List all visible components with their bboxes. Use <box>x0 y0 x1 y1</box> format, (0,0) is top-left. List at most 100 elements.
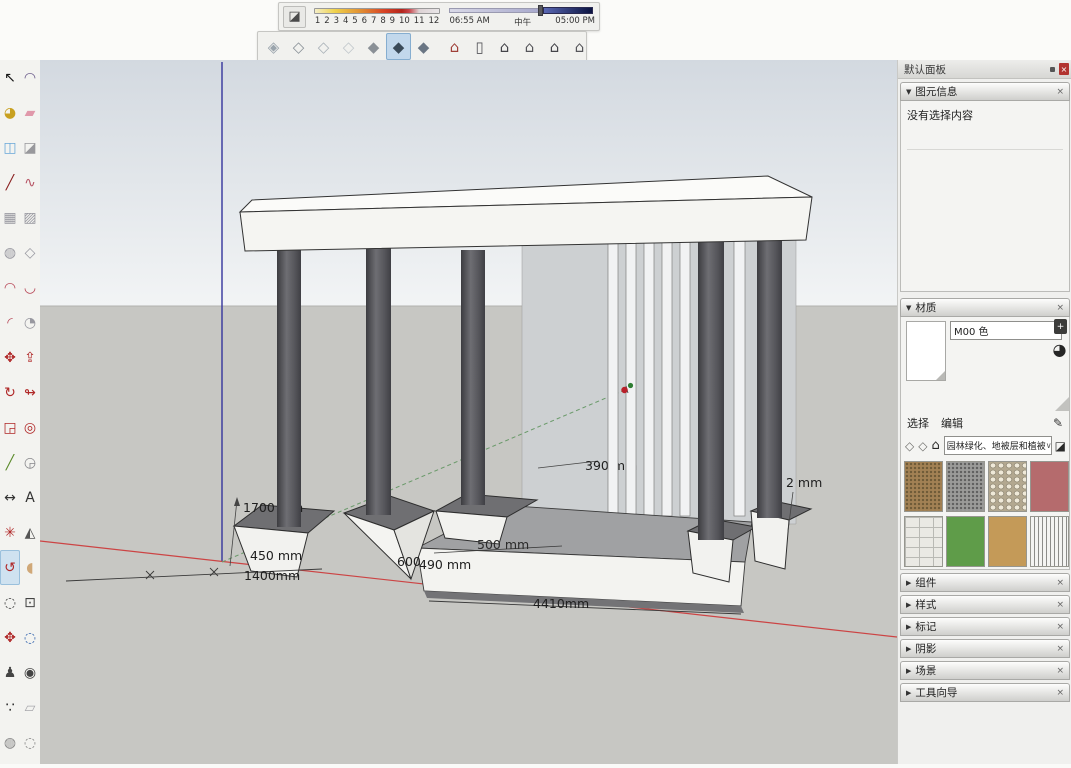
lasso-select-tool[interactable]: ◠ <box>20 60 40 95</box>
tab-select[interactable]: 选择 <box>907 415 929 431</box>
tab-edit[interactable]: 编辑 <box>941 415 963 431</box>
tool-partial-2-tool[interactable]: ◌ <box>20 725 40 760</box>
face-style-hidden-line-icon[interactable]: ◇ <box>336 33 361 60</box>
shadow-time-slider[interactable]: 06:55 AM 中午 05:00 PM <box>449 6 595 28</box>
viewport-canvas[interactable]: 390 mm 1700 mm <box>40 60 897 764</box>
section-components-close-icon[interactable]: × <box>1056 578 1064 588</box>
push-pull-tool[interactable]: ⇪ <box>20 340 40 375</box>
view-top-icon[interactable]: ▯ <box>467 33 492 60</box>
materials-header[interactable]: ▼ 材质 × <box>900 298 1070 317</box>
section-shadows-close-icon[interactable]: × <box>1056 644 1064 654</box>
tray-close-button[interactable]: × <box>1059 63 1069 75</box>
freehand-tool[interactable]: ∿ <box>20 165 40 200</box>
scale-tool[interactable]: ◲ <box>0 410 20 445</box>
create-material-icon[interactable]: + <box>1054 319 1067 334</box>
display-pane-icon[interactable]: ◕ <box>1051 341 1068 358</box>
material-swatch-ground-tan[interactable] <box>988 516 1027 567</box>
back-icon[interactable]: ◇ <box>905 439 914 453</box>
face-style-back-edges-icon[interactable]: ◇ <box>286 33 311 60</box>
three-point-arc-tool[interactable]: ◜ <box>0 305 20 340</box>
rotate-tool[interactable]: ↻ <box>0 375 20 410</box>
material-swatch-gravel-gray[interactable] <box>946 461 985 512</box>
month-label: 5 <box>352 16 357 26</box>
tray-titlebar[interactable]: 默认面板 × <box>898 60 1071 79</box>
section-scenes-close-icon[interactable]: × <box>1056 666 1064 676</box>
section-styles-header[interactable]: ▶样式× <box>900 595 1070 614</box>
materials-close-icon[interactable]: × <box>1056 303 1064 313</box>
zoom-extents-tool[interactable]: ✥ <box>0 620 20 655</box>
circle-tool[interactable]: ◍ <box>0 235 20 270</box>
position-camera-tool[interactable]: ♟ <box>0 655 20 690</box>
tool-partial-1-tool[interactable]: ◍ <box>0 725 20 760</box>
material-swatch-grass-green[interactable] <box>946 516 985 567</box>
section-plane-tool[interactable]: ▱ <box>20 690 40 725</box>
face-style-xray-icon[interactable]: ◈ <box>261 33 286 60</box>
month-gradient-track[interactable] <box>314 8 441 14</box>
tape-measure-tool[interactable]: ╱ <box>0 445 20 480</box>
time-track-am[interactable] <box>449 8 538 13</box>
material-swatch-gravel-brown[interactable] <box>904 461 943 512</box>
move-tool[interactable]: ✥ <box>0 340 20 375</box>
view-left-icon[interactable]: ⌂ <box>567 33 592 60</box>
line-tool[interactable]: ╱ <box>0 165 20 200</box>
shadow-month-slider[interactable]: 123456789101112 <box>314 8 441 26</box>
face-style-shaded-textures-icon[interactable]: ◆ <box>386 33 411 60</box>
pie-tool[interactable]: ◔ <box>20 305 40 340</box>
zoom-tool[interactable]: ◌ <box>0 585 20 620</box>
axes-tool[interactable]: ✳ <box>0 515 20 550</box>
look-around-tool[interactable]: ◉ <box>20 655 40 690</box>
home-icon[interactable]: ⌂ <box>931 438 939 453</box>
view-back-icon[interactable]: ⌂ <box>542 33 567 60</box>
material-name-field[interactable]: M00 色 <box>950 321 1062 340</box>
view-right-icon[interactable]: ⌂ <box>517 33 542 60</box>
select-tool[interactable]: ↖ <box>0 60 20 95</box>
orbit-tool[interactable]: ↺ <box>0 550 20 585</box>
paint-bucket-tool[interactable]: ◕ <box>0 95 20 130</box>
material-swatch-fence-white[interactable] <box>1030 516 1069 567</box>
section-instructor-close-icon[interactable]: × <box>1056 688 1064 698</box>
section-shadows-header[interactable]: ▶阴影× <box>900 639 1070 658</box>
material-category-dropdown[interactable]: 园林绿化、地被层和植被 ∨ <box>944 436 1052 455</box>
offset-tool[interactable]: ◎ <box>20 410 40 445</box>
protractor-tool[interactable]: ◶ <box>20 445 40 480</box>
dimension-tool[interactable]: ↔ <box>0 480 20 515</box>
walk-tool[interactable]: ∵ <box>0 690 20 725</box>
face-style-wireframe-icon[interactable]: ◇ <box>311 33 336 60</box>
text-tool[interactable]: A <box>20 480 40 515</box>
pan-tool[interactable]: ◖ <box>20 550 40 585</box>
material-swatch-pebbles[interactable] <box>988 461 1027 512</box>
forward-icon[interactable]: ◇ <box>918 439 927 453</box>
rectangle-tool[interactable]: ▦ <box>0 200 20 235</box>
details-icon[interactable]: ◪ <box>1055 439 1066 453</box>
section-scenes-header[interactable]: ▶场景× <box>900 661 1070 680</box>
tag-tool[interactable]: ◪ <box>20 130 40 165</box>
material-swatch-brick-rose[interactable] <box>1030 461 1069 512</box>
entity-info-header[interactable]: ▼ 图元信息 × <box>900 82 1070 101</box>
view-iso-icon[interactable]: ⌂ <box>442 33 467 60</box>
face-style-monochrome-icon[interactable]: ◆ <box>411 33 436 60</box>
section-tags-close-icon[interactable]: × <box>1056 622 1064 632</box>
two-point-arc-tool[interactable]: ◠ <box>0 270 20 305</box>
shadow-toggle-icon[interactable]: ◪ <box>283 6 306 28</box>
sample-paint-icon[interactable]: ✎ <box>1053 416 1063 430</box>
material-swatch-pavers-white[interactable] <box>904 516 943 567</box>
section-instructor-header[interactable]: ▶工具向导× <box>900 683 1070 702</box>
face-style-shaded-icon[interactable]: ◆ <box>361 33 386 60</box>
zoom-window-tool[interactable]: ⊡ <box>20 585 40 620</box>
section-tags-header[interactable]: ▶标记× <box>900 617 1070 636</box>
make-component-tool[interactable]: ◫ <box>0 130 20 165</box>
previous-tool[interactable]: ◌ <box>20 620 40 655</box>
pin-icon[interactable] <box>1050 67 1055 72</box>
section-components-header[interactable]: ▶组件× <box>900 573 1070 592</box>
rotated-rectangle-tool[interactable]: ▨ <box>20 200 40 235</box>
time-track-pm[interactable] <box>543 7 593 14</box>
3d-text-tool[interactable]: ◭ <box>20 515 40 550</box>
eraser-tool[interactable]: ▰ <box>20 95 40 130</box>
follow-me-tool[interactable]: ↬ <box>20 375 40 410</box>
view-front-icon[interactable]: ⌂ <box>492 33 517 60</box>
section-styles-close-icon[interactable]: × <box>1056 600 1064 610</box>
polygon-tool[interactable]: ◇ <box>20 235 40 270</box>
arc-tool[interactable]: ◡ <box>20 270 40 305</box>
entity-info-close-icon[interactable]: × <box>1056 87 1064 97</box>
model-viewport[interactable]: 390 mm 1700 mm <box>40 60 897 764</box>
